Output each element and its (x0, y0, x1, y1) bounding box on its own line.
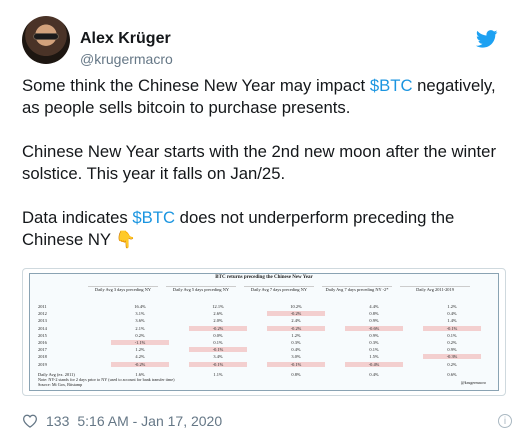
table-cell: 10.2% (290, 304, 302, 309)
like-count[interactable]: 133 (46, 413, 69, 429)
table-cell: 2016 (38, 340, 47, 345)
table-cell: 3.1% (135, 311, 145, 317)
table-cell: 1.1% (213, 372, 223, 377)
table-note: Note: NY-2 stands for 2 days prior to NY… (38, 377, 174, 387)
table-cell: 0.3% (369, 340, 379, 345)
table-cell: 0.9% (447, 347, 457, 353)
table-cell: -0.6% (345, 325, 403, 331)
table-cell: 0.4% (447, 311, 457, 317)
tweet-paragraph-3: Data indicates $BTC does not underperfor… (22, 207, 504, 251)
table-cell: 2018 (38, 354, 47, 360)
text-segment: Some think the Chinese New Year may impa… (22, 76, 370, 95)
table-cell: 2012 (38, 311, 47, 317)
tweet-text: Some think the Chinese New Year may impa… (22, 75, 504, 273)
info-icon[interactable]: i (498, 414, 512, 428)
twitter-bird-icon[interactable] (476, 30, 498, 48)
table-cell: -0.1% (189, 347, 247, 353)
table-cell: -1.1% (111, 340, 169, 345)
table-header-cell: Daily Avg 7 days preceding NY -2* (322, 286, 392, 292)
table-cell: 0.3% (291, 340, 301, 345)
attached-image[interactable]: BTC returns preceding the Chinese New Ye… (22, 268, 506, 396)
table-cell: 2014 (38, 325, 47, 331)
cashtag-btc-link[interactable]: $BTC (132, 208, 175, 227)
table-cell: 2019 (38, 361, 47, 367)
table-cell: 0.4% (291, 347, 301, 353)
table-cell: 0.2% (447, 361, 457, 367)
cashtag-btc-link[interactable]: $BTC (370, 76, 413, 95)
tweet-timestamp[interactable]: 5:16 AM - Jan 17, 2020 (77, 413, 222, 429)
table-header-cell: Daily Avg 3 days preceding NY (88, 286, 158, 292)
table-source-line: Source: Mt Gox, Bitstamp (38, 382, 83, 387)
table-row: 2014 2.1% -0.2% -0.2% -0.6% -0.1% (38, 325, 488, 333)
author-handle[interactable]: @krugermacro (80, 51, 173, 67)
table-cell: 2.6% (213, 311, 223, 317)
table-cell: 12.1% (212, 304, 224, 309)
table-row: 2018 4.2% 3.4% 3.0% 1.5% -0.3% (38, 354, 488, 361)
table-cell: 0.2% (135, 332, 145, 338)
table-cell: -0.2% (267, 311, 325, 317)
table-cell: 2017 (38, 347, 47, 353)
table-row: 2012 3.1% 2.6% -0.2% 0.8% 0.4% (38, 311, 488, 318)
table-cell: 1.4% (447, 318, 457, 324)
table-cell: 0.8% (369, 311, 379, 317)
table-title: BTC returns preceding the Chinese New Ye… (215, 275, 313, 280)
table-cell: 2.0% (213, 318, 223, 324)
table-row: 2017 1.2% -0.1% 0.4% 0.1% 0.9% (38, 347, 488, 354)
table-cell: -0.2% (267, 325, 325, 331)
table-cell: 0.2% (447, 340, 457, 345)
table-cell: 16.4% (134, 304, 146, 309)
table-cell: 0.8% (291, 372, 301, 377)
tweet-header: Alex Krüger @krugermacro (22, 16, 502, 76)
table-cell: -0.1% (267, 361, 325, 367)
table-cell: 2.1% (135, 325, 145, 331)
table-cell: 3.6% (135, 318, 145, 324)
tweet-paragraph-2: Chinese New Year starts with the 2nd new… (22, 142, 496, 183)
returns-table: BTC returns preceding the Chinese New Ye… (29, 273, 499, 391)
table-cell: 0.9% (369, 332, 379, 338)
table-cell: 0.1% (447, 332, 457, 338)
table-cell: -0.2% (189, 325, 247, 331)
tweet-meta: 133 5:16 AM - Jan 17, 2020 (22, 413, 222, 429)
table-header-cell: Daily Avg 2011-2019 (400, 286, 470, 292)
table-cell: 0.0% (213, 332, 223, 338)
table-cell: 1.2% (291, 332, 301, 338)
author-name[interactable]: Alex Krüger (80, 30, 171, 48)
table-cell: -0.2% (111, 361, 169, 367)
table-cell: 2.4% (291, 318, 301, 324)
table-cell: -0.4% (345, 361, 403, 367)
heart-icon[interactable] (22, 414, 38, 428)
table-cell: -0.3% (423, 354, 481, 360)
table-cell: 4.2% (135, 354, 145, 360)
table-cell: 2015 (38, 332, 47, 338)
table-header-cell: Daily Avg 7 days preceding NY (244, 286, 314, 292)
table-cell: 2013 (38, 318, 47, 324)
pointing-down-emoji: 👇 (115, 230, 137, 249)
table-row: 2016 -1.1% 0.1% 0.3% 0.3% 0.2% (38, 340, 488, 347)
table-cell: -0.1% (189, 361, 247, 367)
table-cell: 0.9% (369, 318, 379, 324)
table-watermark: @krugermacro (460, 380, 486, 385)
table-cell: 0.1% (213, 340, 223, 345)
table-header-cell: Daily Avg 5 days preceding NY (166, 286, 236, 292)
table-cell: 1.2% (135, 347, 145, 353)
table-cell: 2011 (38, 304, 47, 309)
table-cell: 1.2% (447, 304, 457, 309)
text-segment: Data indicates (22, 208, 133, 227)
table-cell: 3.4% (213, 354, 223, 360)
table-row: 2011 16.4% 12.1% 10.2% 4.4% 1.2% (38, 304, 488, 311)
table-row: 2013 3.6% 2.0% 2.4% 0.9% 1.4% (38, 318, 488, 325)
tweet-paragraph-1: Some think the Chinese New Year may impa… (22, 75, 504, 119)
table-cell: -0.1% (423, 325, 481, 331)
table-cell: 0.6% (447, 372, 457, 377)
table-cell: 0.4% (369, 372, 379, 377)
table-cell: 4.4% (369, 304, 379, 309)
table-row: 2015 0.2% 0.0% 1.2% 0.9% 0.1% (38, 333, 488, 340)
avatar[interactable] (22, 16, 70, 64)
table-row: 2019 -0.2% -0.1% -0.1% -0.4% 0.2% (38, 361, 488, 369)
table-cell: 1.5% (369, 354, 379, 360)
table-cell: 3.0% (291, 354, 301, 360)
table-cell: 0.1% (369, 347, 379, 353)
